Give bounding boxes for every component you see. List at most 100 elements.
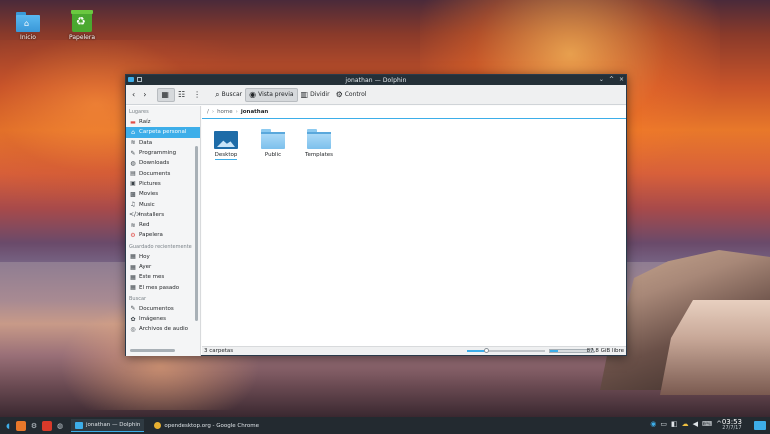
sidebar-item-search-images[interactable]: ✿ Imágenes	[126, 314, 200, 324]
code-icon: </>	[129, 211, 142, 219]
sidebar-item-pictures[interactable]: ▣ Pictures	[126, 179, 200, 189]
image-icon: ▣	[130, 180, 136, 188]
sidebar-item-music[interactable]: ♫ Music	[126, 199, 200, 209]
file-label: Desktop	[214, 152, 238, 160]
sidebar-scrollbar[interactable]	[195, 146, 198, 321]
sidebar-item-last-month[interactable]: ▦ El mes pasado	[126, 282, 200, 292]
sidebar-item-trash[interactable]: ⚙ Papelera	[126, 230, 200, 240]
sidebar-item-search-audio[interactable]: ◎ Archivos de audio	[126, 324, 200, 334]
display-icon[interactable]: ▭	[660, 420, 667, 428]
task-label: opendesktop.org - Google Chrome	[164, 422, 260, 429]
folder-red-icon: ▬	[130, 118, 136, 126]
zoom-slider[interactable]	[467, 348, 545, 353]
back-button[interactable]: ‹	[129, 88, 140, 102]
breadcrumb[interactable]: / › home › jonathan	[202, 106, 626, 119]
preview-button[interactable]: ◉ Vista previa	[245, 87, 298, 102]
folder-icon	[261, 129, 285, 149]
film-icon: ▩	[130, 190, 136, 198]
icons-view-button[interactable]: ▦	[157, 87, 175, 102]
calendar-icon: ▦	[130, 284, 136, 292]
keyboard-icon[interactable]: ⌨	[702, 420, 712, 428]
sidebar-item-programming[interactable]: ✎ Programming	[126, 148, 200, 158]
sidebar-item-search-documents[interactable]: ✎ Documentos	[126, 304, 200, 314]
dolphin-window: jonathan — Dolphin ⌄ ^ × ‹ › ▦ ☷ ⋮ ⌕ Busc…	[125, 74, 627, 356]
sidebar-item-downloads[interactable]: ◍ Downloads	[126, 158, 200, 168]
details-view-button[interactable]: ⋮	[190, 88, 206, 102]
split-label: Dividir	[310, 91, 330, 98]
window-titlebar[interactable]: jonathan — Dolphin ⌄ ^ ×	[126, 75, 626, 85]
free-space-label: 87,8 GiB libre	[586, 348, 624, 354]
document-icon: ▤	[130, 170, 136, 178]
music-icon: ♫	[130, 201, 136, 209]
sidebar-item-today[interactable]: ▦ Hoy	[126, 252, 200, 262]
launcher-app-icon[interactable]	[42, 420, 52, 431]
sidebar-item-data[interactable]: ≋ Data	[126, 138, 200, 148]
network-icon: ≋	[130, 139, 136, 147]
image-icon: ✿	[130, 315, 136, 323]
pin-icon[interactable]	[137, 77, 142, 82]
gear-icon: ⚙	[335, 90, 343, 99]
desktop-icon-label: Inicio	[20, 34, 36, 41]
breadcrumb-home[interactable]: home	[217, 109, 233, 115]
zoom-slider-handle[interactable]	[483, 348, 489, 353]
application-launcher-icon[interactable]: ◖	[3, 421, 13, 431]
file-grid: Desktop Public Templates	[202, 119, 626, 339]
calendar-icon: ▦	[130, 253, 136, 261]
sidebar-item-root[interactable]: ▬ Raíz	[126, 117, 200, 127]
desktop-icon-trash[interactable]: ♻ Papelera	[62, 10, 102, 41]
item-count: 3 carpetas	[204, 348, 234, 354]
section-heading: Guardado recientemente	[129, 243, 192, 250]
file-item-desktop[interactable]: Desktop	[204, 129, 248, 160]
minimize-button[interactable]: ⌄	[599, 77, 604, 83]
calendar-icon: ▦	[130, 263, 136, 271]
home-folder-icon: ⌂	[16, 12, 40, 32]
breadcrumb-separator: ›	[235, 109, 238, 115]
sidebar-item-home[interactable]: ⌂ Carpeta personal	[126, 127, 200, 138]
desktop-folder-icon	[214, 131, 238, 149]
control-button[interactable]: ⚙ Control	[333, 88, 370, 102]
file-label: Public	[264, 152, 282, 158]
weather-icon[interactable]: ☁	[682, 420, 689, 428]
sidebar-item-documents[interactable]: ▤ Documents	[126, 168, 200, 178]
music-icon: ◎	[130, 325, 136, 333]
notification-icon[interactable]: ◉	[650, 420, 656, 428]
search-button[interactable]: ⌕ Buscar	[212, 88, 245, 102]
search-icon: ⌕	[215, 89, 220, 99]
sidebar-item-yesterday[interactable]: ▦ Ayer	[126, 262, 200, 272]
toolbar: ‹ › ▦ ☷ ⋮ ⌕ Buscar ◉ Vista previa ▥ Dividir…	[126, 85, 626, 105]
breadcrumb-root[interactable]: /	[207, 109, 209, 115]
breadcrumb-current[interactable]: jonathan	[241, 109, 268, 115]
status-bar: 3 carpetas 87,8 GiB libre	[202, 346, 626, 355]
trash-icon: ♻	[71, 10, 93, 32]
split-button[interactable]: ▥ Dividir	[298, 88, 333, 102]
launcher-settings-icon[interactable]: ⚙	[29, 421, 39, 431]
space-used-fill	[550, 350, 558, 352]
close-button[interactable]: ×	[619, 77, 624, 83]
compact-view-button[interactable]: ☷	[175, 88, 190, 102]
launcher-chrome-icon[interactable]: ◍	[55, 421, 65, 431]
show-desktop-button[interactable]	[754, 421, 766, 430]
clipboard-icon[interactable]: ◧	[671, 420, 678, 428]
forward-button[interactable]: ›	[140, 88, 151, 102]
file-item-public[interactable]: Public	[251, 129, 295, 158]
taskbar: ◖ ⚙ ◍ jonathan — Dolphin opendesktop.org…	[0, 417, 770, 434]
sidebar-horizontal-scrollbar[interactable]	[130, 349, 175, 352]
tree-icon: ⋮	[193, 90, 202, 99]
app-icon[interactable]	[128, 77, 134, 82]
sidebar-item-movies[interactable]: ▩ Movies	[126, 189, 200, 199]
sidebar-item-installers[interactable]: </> Installers	[126, 210, 200, 220]
control-label: Control	[344, 91, 367, 98]
desktop-icon-home[interactable]: ⌂ Inicio	[8, 12, 48, 41]
maximize-button[interactable]: ^	[609, 77, 614, 83]
launcher-home-icon[interactable]	[16, 420, 26, 431]
task-chrome[interactable]: opendesktop.org - Google Chrome	[150, 419, 263, 432]
section-heading: Buscar	[129, 295, 147, 302]
clock[interactable]: 03:53 27/7/17	[722, 419, 742, 432]
task-dolphin[interactable]: jonathan — Dolphin	[71, 419, 145, 432]
breadcrumb-separator: ›	[211, 109, 215, 115]
file-item-templates[interactable]: Templates	[297, 129, 341, 158]
arrow-left-icon: ‹	[132, 90, 136, 99]
sidebar-item-network[interactable]: ≋ Red	[126, 220, 200, 230]
volume-icon[interactable]: ◀	[693, 420, 698, 428]
sidebar-item-this-month[interactable]: ▦ Este mes	[126, 272, 200, 282]
